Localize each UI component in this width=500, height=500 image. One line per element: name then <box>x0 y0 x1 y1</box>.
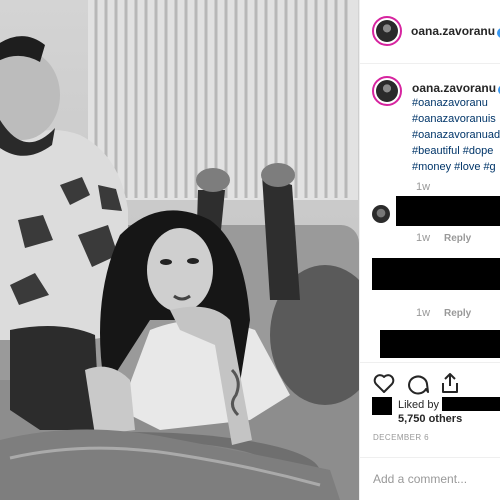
redacted-liker-name <box>442 397 500 411</box>
post-actions-section: Liked by 5,750 others DECEMBER 6 <box>360 362 500 500</box>
hashtag-link[interactable]: #love <box>454 161 480 173</box>
comment-reply-button[interactable]: Reply <box>444 308 471 319</box>
redacted-comment-block <box>396 196 500 226</box>
caption-hashtags: #oanazavoranu #oanazavoranuis #oanazavor… <box>412 95 500 175</box>
comment-timestamp[interactable]: 1w <box>416 307 430 319</box>
redacted-liker-avatar <box>372 397 392 415</box>
share-icon[interactable] <box>438 371 462 395</box>
redacted-comment-block <box>380 330 500 358</box>
heart-icon[interactable] <box>372 371 396 395</box>
post-date[interactable]: DECEMBER 6 <box>373 433 429 442</box>
add-comment-input[interactable] <box>373 470 498 488</box>
post-sidebar: oana.zavoranu✓ oana.zavoranu✓ #oanazavor… <box>359 0 500 500</box>
photo-illustration <box>0 0 359 500</box>
redacted-comment-block <box>372 258 500 290</box>
caption-timestamp[interactable]: 1w <box>416 181 430 193</box>
add-comment-bar <box>360 457 500 500</box>
hashtag-link[interactable]: #g <box>483 161 495 173</box>
caption-username[interactable]: oana.zavoranu✓ <box>412 81 500 95</box>
caption-username-text[interactable]: oana.zavoranu <box>412 81 496 95</box>
hashtag-link[interactable]: #money <box>412 161 451 173</box>
hashtag-link[interactable]: #oanazavoranuis <box>412 111 500 127</box>
hashtag-link[interactable]: #oanazavoranuad <box>412 127 500 143</box>
comment-reply-button[interactable]: Reply <box>444 233 471 244</box>
post-photo[interactable] <box>0 0 359 500</box>
hashtag-link[interactable]: #beautiful #dope <box>412 143 500 159</box>
caption-author-avatar[interactable] <box>372 76 402 106</box>
comment-bubble-icon[interactable] <box>406 371 430 395</box>
likes-count-link[interactable]: 5,750 others <box>398 413 462 425</box>
liked-by-label: Liked by <box>398 399 439 411</box>
hashtag-line: #money #love #g <box>412 159 500 175</box>
author-avatar[interactable] <box>372 16 402 46</box>
commenter-avatar[interactable] <box>372 205 390 223</box>
author-username-text[interactable]: oana.zavoranu <box>411 24 495 38</box>
post-header: oana.zavoranu✓ <box>360 0 500 64</box>
author-username[interactable]: oana.zavoranu✓ <box>411 24 500 38</box>
hashtag-link[interactable]: #oanazavoranu <box>412 95 500 111</box>
comment-timestamp[interactable]: 1w <box>416 232 430 244</box>
